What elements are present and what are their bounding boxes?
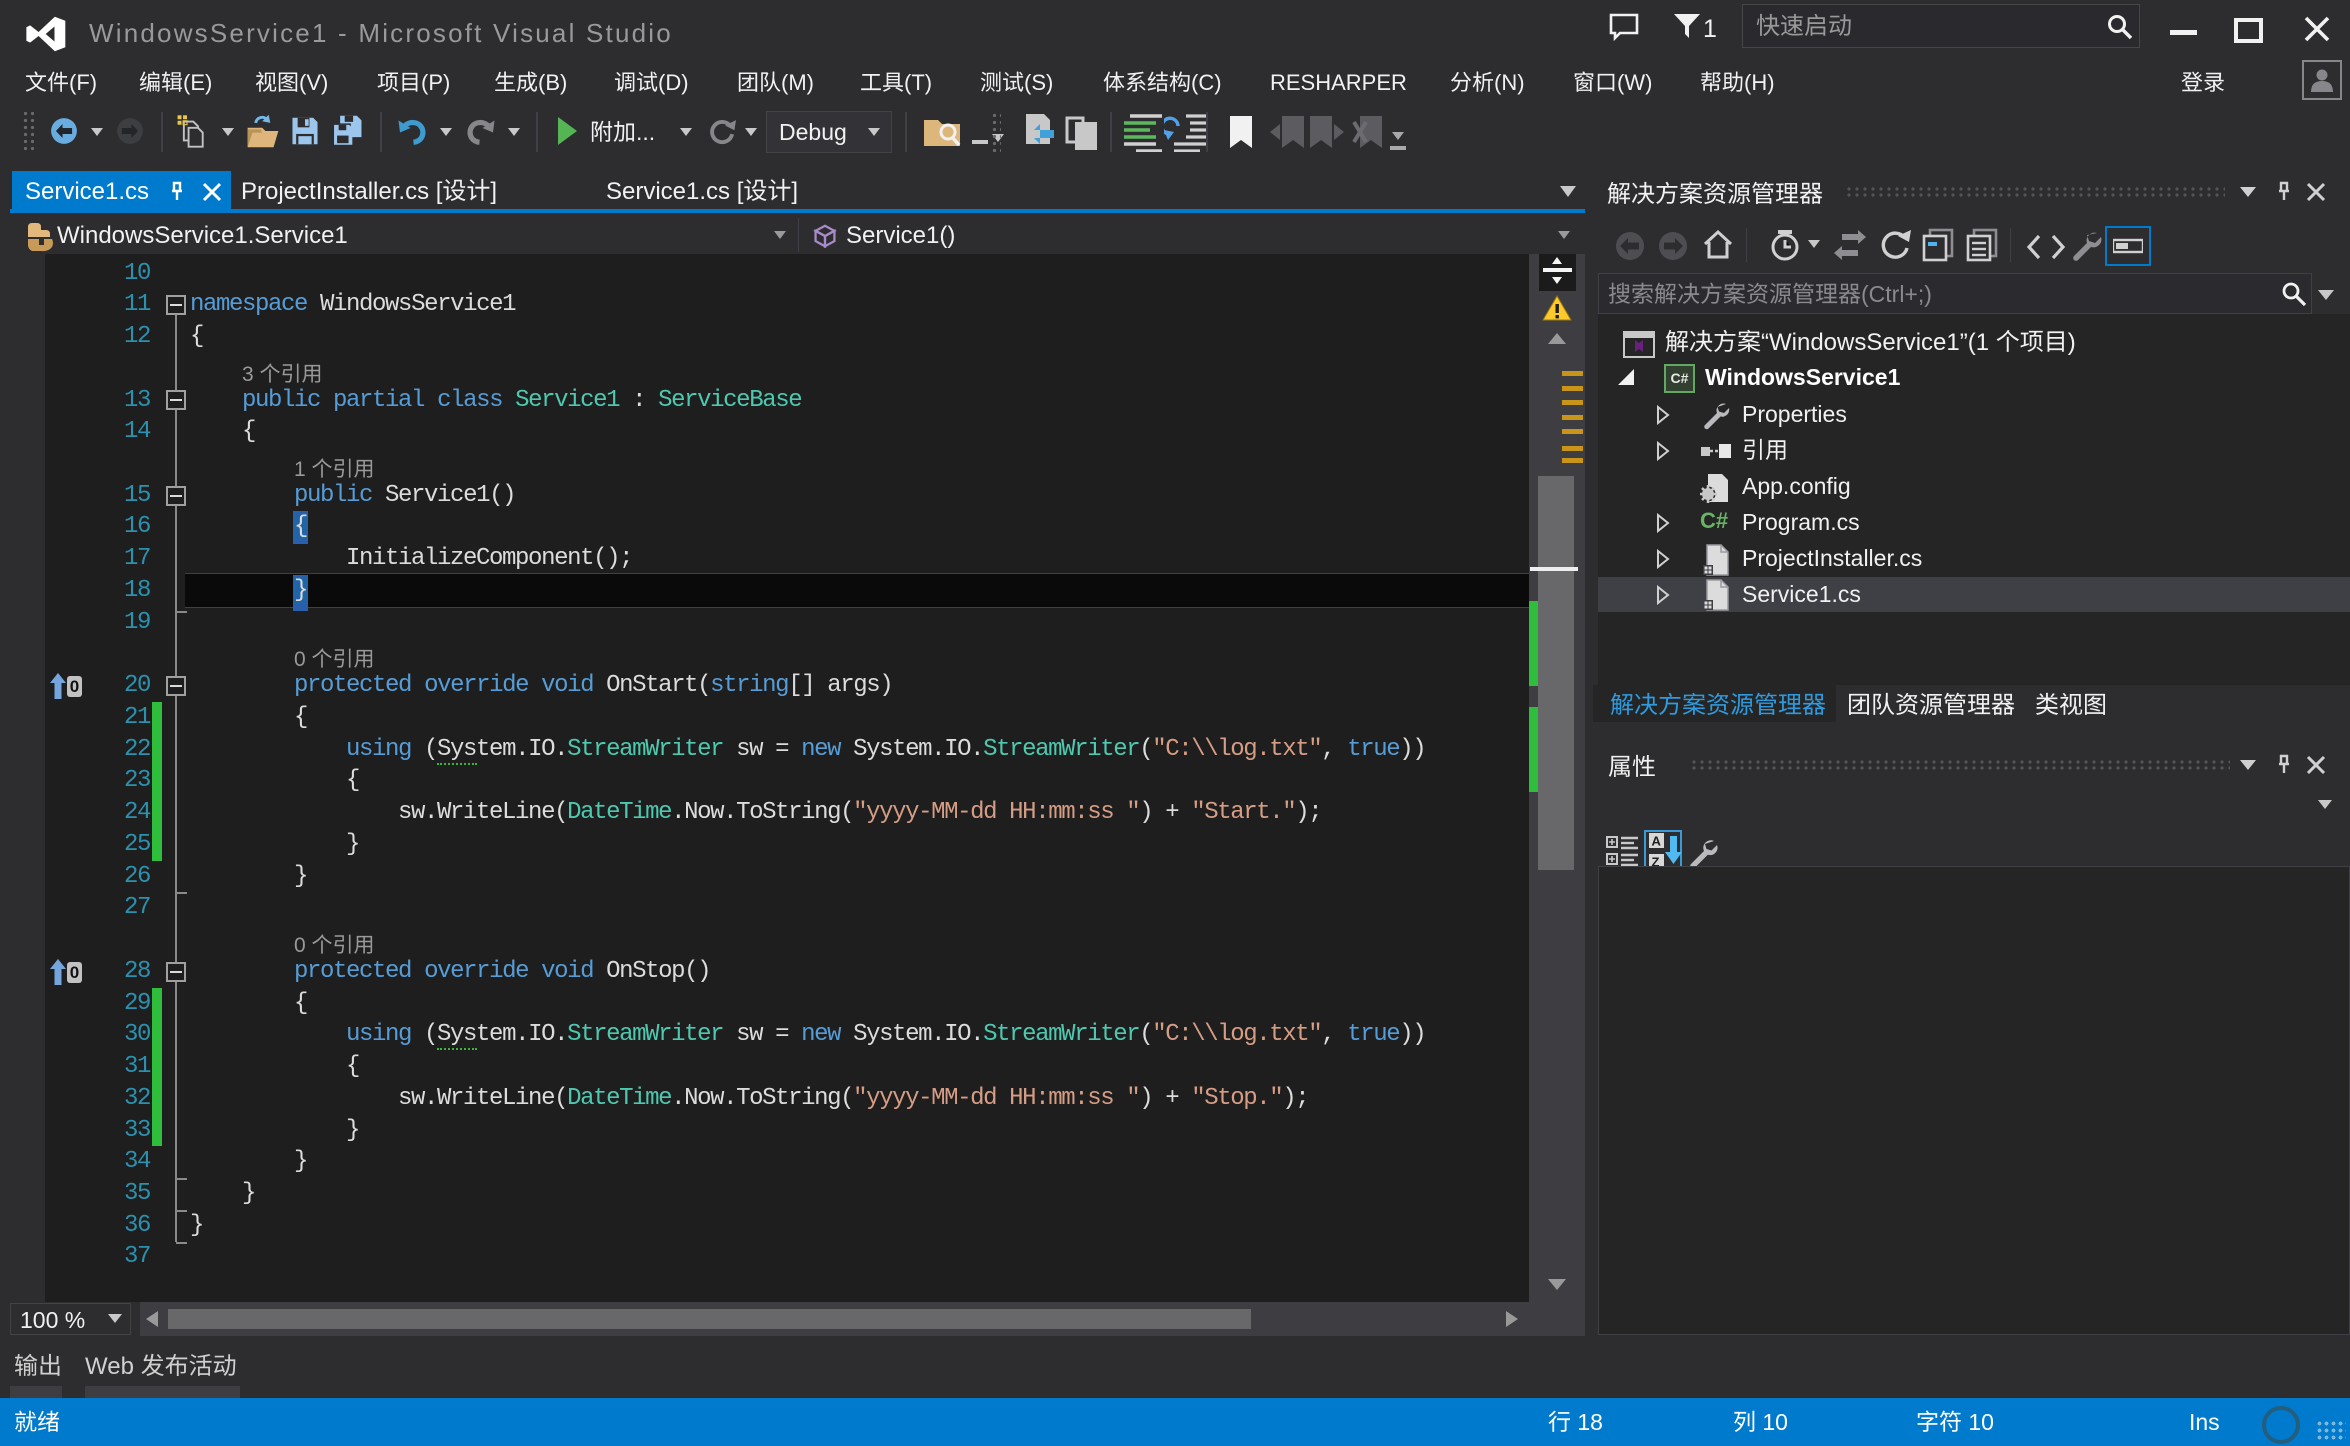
svg-text:A: A: [1652, 834, 1662, 849]
